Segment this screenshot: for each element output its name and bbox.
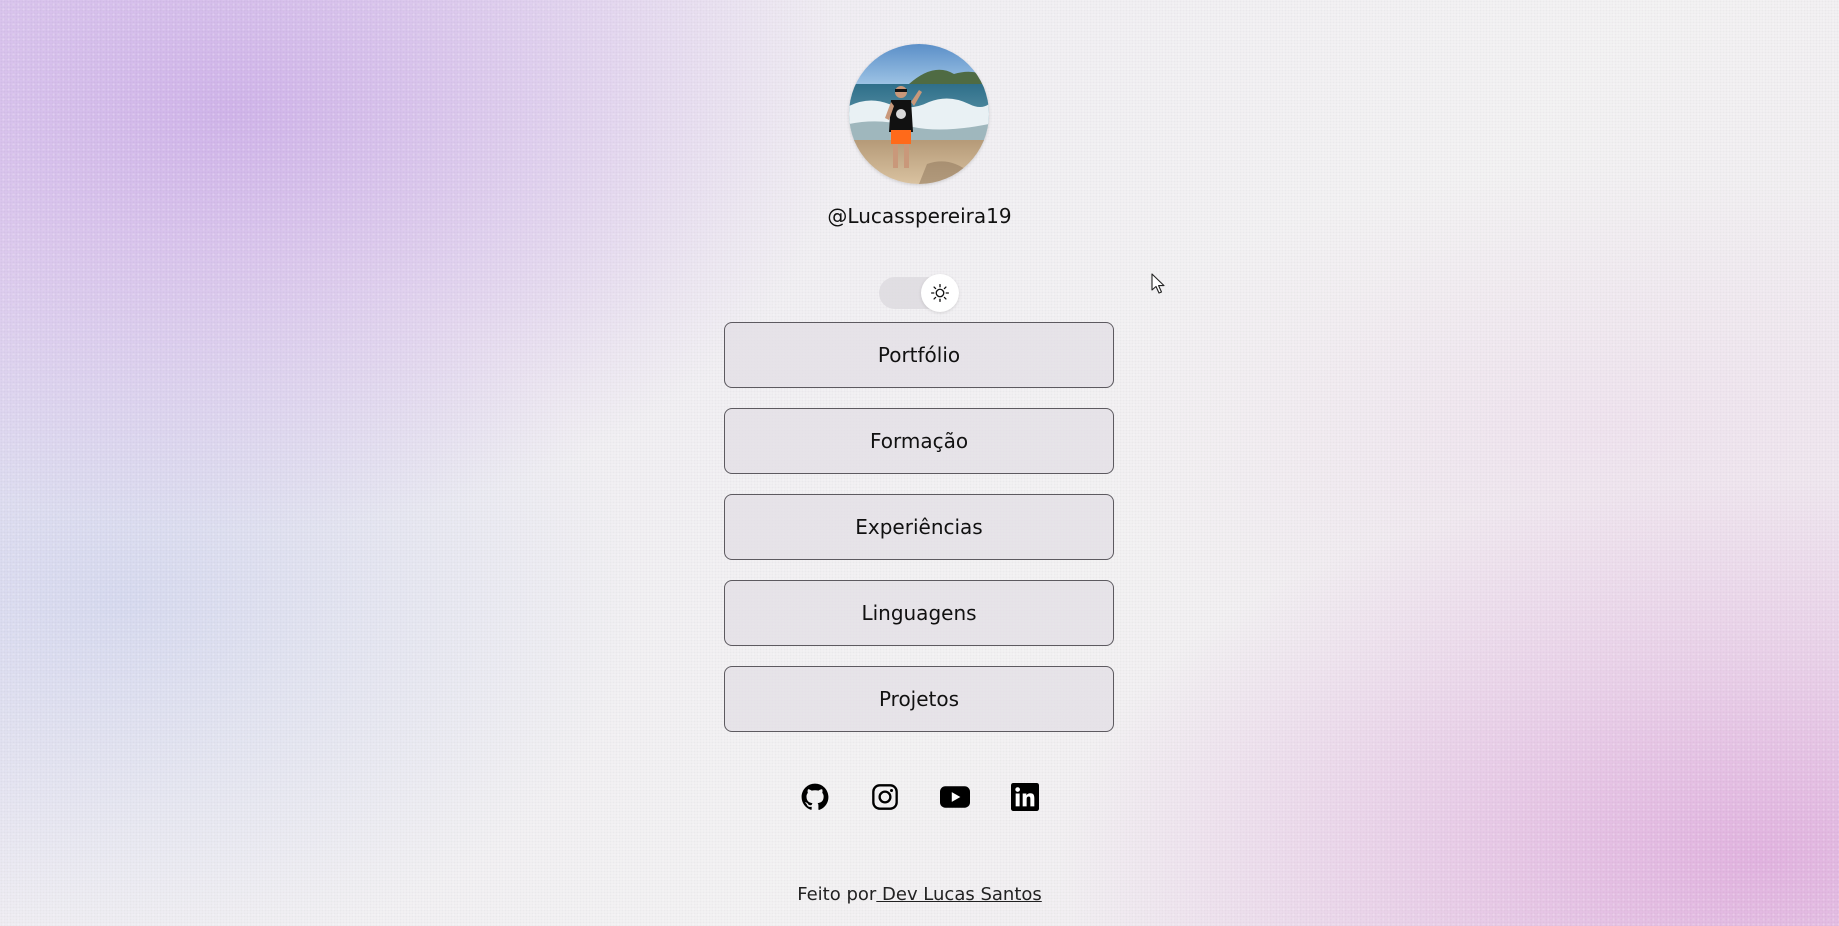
github-icon	[801, 783, 828, 810]
username: @Lucasspereira19	[827, 204, 1012, 228]
instagram-icon	[871, 784, 898, 810]
linkedin-link[interactable]	[1010, 782, 1040, 812]
portfolio-button[interactable]: Portfólio	[724, 322, 1114, 388]
formacao-button[interactable]: Formação	[724, 408, 1114, 474]
social-links	[0, 782, 1839, 812]
profile-photo	[849, 44, 989, 184]
mouse-cursor-icon	[1151, 273, 1165, 294]
theme-toggle[interactable]	[879, 274, 959, 312]
footer: Feito por Dev Lucas Santos	[0, 884, 1839, 905]
youtube-link[interactable]	[939, 782, 970, 812]
linguagens-button[interactable]: Linguagens	[724, 580, 1114, 646]
linkedin-icon	[1010, 783, 1039, 811]
github-link[interactable]	[800, 782, 830, 812]
experiencias-button[interactable]: Experiências	[724, 494, 1114, 560]
footer-author-link[interactable]: Dev Lucas Santos	[876, 884, 1042, 905]
sun-icon	[931, 284, 949, 302]
avatar	[849, 44, 989, 184]
link-list: Portfólio Formação Experiências Linguage…	[724, 322, 1114, 752]
youtube-icon	[939, 786, 970, 808]
instagram-link[interactable]	[870, 782, 900, 812]
toggle-knob[interactable]	[921, 274, 959, 312]
projetos-button[interactable]: Projetos	[724, 666, 1114, 732]
footer-prefix: Feito por	[797, 884, 877, 905]
